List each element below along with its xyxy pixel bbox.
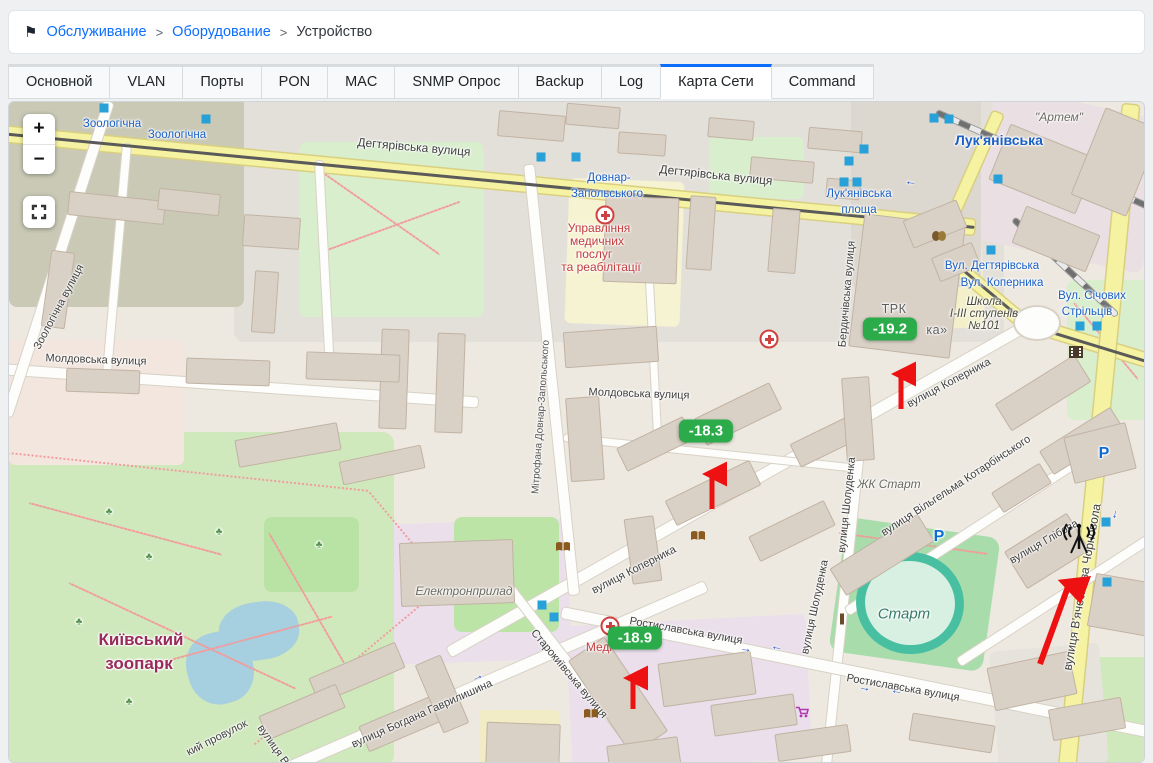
- signal-badges: -19.2 -18.3 -18.9: [9, 102, 1144, 762]
- cinema-icon: [1069, 346, 1083, 358]
- device-marker[interactable]: [1076, 322, 1085, 331]
- device-marker[interactable]: [840, 178, 849, 187]
- device-marker[interactable]: [1102, 518, 1111, 527]
- tab-log[interactable]: Log: [601, 64, 661, 99]
- monument-icon: [840, 614, 844, 625]
- device-marker[interactable]: [100, 104, 109, 113]
- tab-mac[interactable]: MAC: [327, 64, 395, 99]
- library-icon: [690, 530, 706, 542]
- tab-command[interactable]: Command: [771, 64, 874, 99]
- breadcrumb-separator: >: [280, 25, 288, 40]
- device-marker[interactable]: [202, 115, 211, 124]
- network-map[interactable]: Дегтярівська вулицяДегтярівська вулицяМо…: [8, 101, 1145, 763]
- tab-snmp[interactable]: SNMP Опрос: [394, 64, 518, 99]
- signal-badge-b2[interactable]: -18.3: [679, 420, 733, 443]
- zoom-controls: + −: [23, 114, 55, 174]
- device-marker[interactable]: [845, 157, 854, 166]
- theatre-icon: [931, 230, 947, 242]
- device-marker[interactable]: [987, 246, 996, 255]
- fullscreen-icon: [31, 204, 47, 220]
- breadcrumb-item-service[interactable]: Обслуживание: [46, 24, 146, 40]
- hospital-icon: [596, 206, 615, 225]
- device-marker[interactable]: [550, 613, 559, 622]
- tab-ports[interactable]: Порты: [182, 64, 261, 99]
- device-marker[interactable]: [538, 601, 547, 610]
- breadcrumb: ⚑ Обслуживание > Оборудование > Устройст…: [8, 10, 1145, 54]
- signal-badge-b3[interactable]: -18.9: [608, 627, 662, 650]
- tab-backup[interactable]: Backup: [518, 64, 602, 99]
- breadcrumb-separator: >: [156, 25, 164, 40]
- library-icon: [583, 708, 599, 720]
- zoom-out-button[interactable]: −: [23, 144, 55, 174]
- device-marker[interactable]: [537, 153, 546, 162]
- signal-badge-b1[interactable]: -19.2: [863, 318, 917, 341]
- device-marker[interactable]: [860, 145, 869, 154]
- tab-bar: ОсновнойVLANПортыPONMACSNMP ОпросBackupL…: [8, 64, 1145, 99]
- breadcrumb-item-equipment[interactable]: Оборудование: [172, 24, 271, 40]
- device-marker[interactable]: [1103, 578, 1112, 587]
- shop-icon: [795, 706, 809, 719]
- device-marker[interactable]: [853, 178, 862, 187]
- device-marker[interactable]: [945, 115, 954, 124]
- antenna-icon: [1057, 521, 1101, 557]
- fullscreen-button[interactable]: [23, 196, 55, 228]
- tab-vlan[interactable]: VLAN: [109, 64, 183, 99]
- device-marker[interactable]: [572, 153, 581, 162]
- device-marker[interactable]: [994, 175, 1003, 184]
- breadcrumb-item-device: Устройство: [296, 24, 372, 40]
- hospital-icon: [760, 330, 779, 349]
- tab-map[interactable]: Карта Сети: [660, 64, 772, 99]
- tab-pon[interactable]: PON: [261, 64, 328, 99]
- device-marker[interactable]: [930, 114, 939, 123]
- device-marker[interactable]: [1093, 322, 1102, 331]
- flag-icon: ⚑: [24, 23, 37, 41]
- library-icon: [555, 541, 571, 553]
- zoom-in-button[interactable]: +: [23, 114, 55, 144]
- tab-main[interactable]: Основной: [8, 64, 110, 99]
